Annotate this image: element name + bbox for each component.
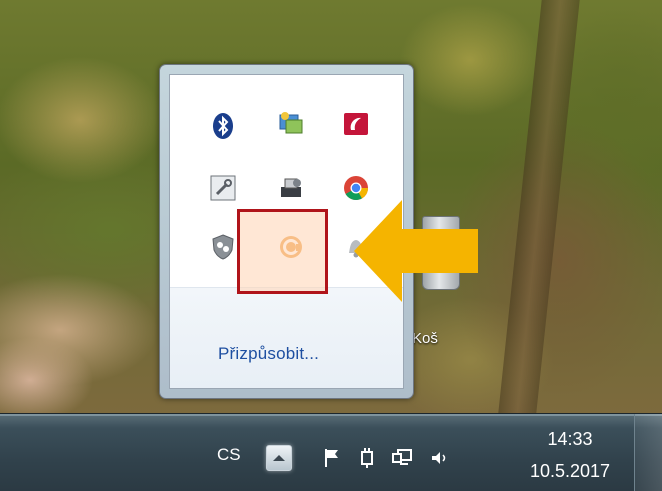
wrench-tool-icon[interactable] bbox=[208, 173, 238, 203]
chevron-up-icon bbox=[273, 455, 285, 461]
action-center-flag-icon[interactable] bbox=[320, 446, 344, 470]
show-desktop-button[interactable] bbox=[634, 414, 662, 491]
red-app-icon[interactable] bbox=[341, 109, 371, 139]
shield-app-icon[interactable] bbox=[208, 232, 238, 262]
pointer-arrow-icon bbox=[352, 196, 482, 311]
system-clock[interactable]: 14:33 10.5.2017 bbox=[520, 428, 620, 484]
bluetooth-icon[interactable] bbox=[208, 111, 238, 141]
highlight-box bbox=[237, 209, 328, 294]
usb-eject-icon[interactable] bbox=[276, 173, 306, 203]
clock-time: 14:33 bbox=[547, 429, 593, 449]
clock-date: 10.5.2017 bbox=[529, 461, 611, 481]
customize-link[interactable]: Přizpůsobit... bbox=[218, 344, 319, 364]
recycle-bin-label: Koš bbox=[412, 330, 438, 347]
network-center-icon[interactable] bbox=[276, 109, 306, 139]
power-plug-icon[interactable] bbox=[355, 446, 379, 470]
show-hidden-icons-button[interactable] bbox=[266, 445, 292, 471]
language-indicator[interactable]: CS bbox=[217, 445, 241, 465]
taskbar-gloss bbox=[0, 414, 662, 416]
volume-icon[interactable] bbox=[428, 446, 452, 470]
network-icon[interactable] bbox=[390, 446, 414, 470]
taskbar: CS 14:33 10.5.2017 bbox=[0, 413, 662, 491]
